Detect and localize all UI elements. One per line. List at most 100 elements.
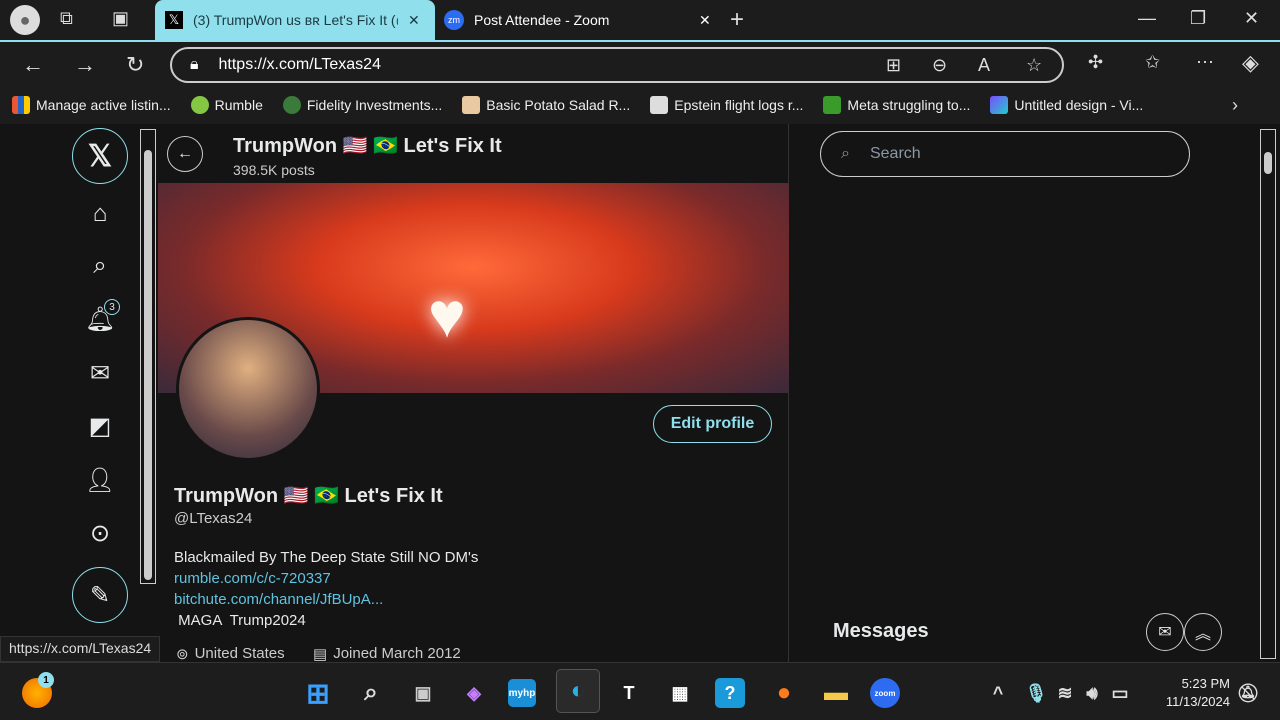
expand-messages-icon[interactable]: ︽ <box>1184 613 1222 651</box>
search-icon: ⌕ <box>841 145 850 162</box>
profile-column: ← TrumpWon 🇺🇸 🇧🇷 Let's Fix It 398.5K pos… <box>158 124 789 662</box>
bookmark[interactable]: Untitled design - Vi... <box>990 96 1143 114</box>
bookmark[interactable]: Rumble <box>190 96 263 114</box>
task-view-icon[interactable]: ▣ <box>405 675 441 711</box>
profile-handle: @LTexas24 <box>174 510 253 527</box>
myhp-icon[interactable]: myhp <box>508 679 536 707</box>
profile-name: TrumpWon 🇺🇸 🇧🇷 Let's Fix It <box>174 485 443 507</box>
url-text: https://x.com/LTexas24 <box>218 56 381 73</box>
location-text: United States <box>194 645 285 662</box>
rt-icon <box>823 96 842 114</box>
bio-tags: MAGA Trump2024 <box>174 612 306 629</box>
bio-link-rumble[interactable]: rumble.com/c/c-720337 <box>174 570 331 587</box>
close-tab-icon[interactable]: ✕ <box>699 12 711 29</box>
back-arrow-icon[interactable]: ← <box>167 136 203 172</box>
tab-x-profile[interactable]: 𝕏 (3) TrumpWon us ʙʀ Let's Fix It (@ ✕ <box>155 0 435 40</box>
post-count: 398.5K posts <box>233 162 315 178</box>
favorites-icon[interactable]: ✩ <box>1145 52 1160 73</box>
edge-icon[interactable]: ◐ <box>556 669 600 713</box>
vertical-tabs-icon[interactable]: ▣ <box>112 8 129 29</box>
bookmark[interactable]: Meta struggling to... <box>823 96 970 114</box>
address-row: ← → ↻ 🔒︎ https://x.com/LTexas24 ⊞ ⊖ A ☆ … <box>0 40 1280 86</box>
search-input[interactable]: ⌕ Search <box>820 131 1190 177</box>
bookmark[interactable]: Epstein flight logs r... <box>650 96 803 114</box>
bookmark[interactable]: Basic Potato Salad R... <box>462 96 630 114</box>
battery-icon[interactable]: ▭ <box>1110 675 1130 711</box>
start-icon[interactable]: ⊞ <box>300 675 336 711</box>
more-bookmarks-icon[interactable]: › <box>1232 95 1238 116</box>
volume-icon[interactable]: 🔊︎ <box>1082 675 1102 711</box>
profile-icon[interactable]: 👤︎ <box>72 452 128 508</box>
new-message-icon[interactable]: ✉ <box>1146 613 1184 651</box>
bookmark-icon <box>12 96 30 114</box>
firefox-icon[interactable]: ● <box>766 675 802 711</box>
messages-icon[interactable]: ✉ <box>72 345 128 401</box>
avatar[interactable] <box>176 317 320 461</box>
close-tab-icon[interactable]: ✕ <box>408 12 420 29</box>
bio-link-bitchute[interactable]: bitchute.com/channel/JfBUpA... <box>174 591 383 608</box>
refresh-icon[interactable]: ↻ <box>126 52 144 78</box>
app-icon[interactable]: ⊞ <box>886 55 901 76</box>
read-aloud-icon[interactable]: A <box>978 55 990 76</box>
scrollbar[interactable] <box>140 129 156 584</box>
notifications-icon[interactable]: 🔔︎ 3 <box>72 291 128 347</box>
weather-widget-icon[interactable]: 1 <box>22 672 54 708</box>
show-hidden-icons[interactable]: ^ <box>980 675 1016 711</box>
profile-icon[interactable]: ● <box>10 5 40 35</box>
extensions-icon[interactable]: ✣ <box>1088 52 1103 73</box>
store-icon[interactable]: ▦ <box>662 675 698 711</box>
location: ⊚ United States <box>176 645 285 662</box>
forward-icon[interactable]: → <box>74 52 96 78</box>
copilot-icon[interactable]: ◈ <box>1242 50 1259 76</box>
copilot-icon[interactable]: ◈ <box>456 675 492 711</box>
location-icon: ⊚ <box>176 646 189 662</box>
help-icon[interactable]: ? <box>715 678 745 708</box>
bookmark-label: Manage active listin... <box>36 97 171 113</box>
x-logo-icon[interactable]: 𝕏 <box>72 128 128 184</box>
favorite-star-icon[interactable]: ☆ <box>1026 55 1042 76</box>
teams-icon[interactable]: T <box>611 675 647 711</box>
browser-tab-bar: ● ⧉ ▣ 𝕏 (3) TrumpWon us ʙʀ Let's Fix It … <box>0 0 1280 40</box>
bookmarks-bar: Manage active listin... Rumble Fidelity … <box>0 86 1280 124</box>
date: 11/13/2024 <box>1165 694 1230 709</box>
edit-profile-button[interactable]: Edit profile <box>653 405 772 443</box>
search-taskbar-icon[interactable]: ⌕ <box>353 675 389 711</box>
back-icon[interactable]: ← <box>22 52 44 78</box>
joined-date: ▤ Joined March 2012 <box>313 645 461 662</box>
cloud-icon <box>650 96 669 114</box>
minimize-icon[interactable]: — <box>1138 8 1156 29</box>
calendar-icon: ▤ <box>313 646 328 662</box>
clock[interactable]: 5:23 PM 11/13/2024 <box>1150 675 1230 711</box>
wifi-icon[interactable]: ≋ <box>1055 675 1075 711</box>
bio: Blackmailed By The Deep State Still NO D… <box>174 549 479 566</box>
tab-zoom[interactable]: zm Post Attendee - Zoom ✕ <box>440 0 715 40</box>
canva-icon <box>990 96 1009 114</box>
zoom-favicon-icon: zm <box>444 10 464 30</box>
new-tab-icon[interactable]: + <box>730 6 744 34</box>
restore-icon[interactable]: ❐ <box>1190 8 1206 29</box>
close-window-icon[interactable]: ✕ <box>1244 8 1259 29</box>
rumble-icon <box>190 96 209 114</box>
zoom-app-icon[interactable]: zoom <box>870 678 900 708</box>
bookmark[interactable]: Manage active listin... <box>12 96 171 114</box>
address-bar[interactable]: 🔒︎ https://x.com/LTexas24 ⊞ ⊖ A ☆ <box>170 47 1064 83</box>
time: 5:23 PM <box>1181 676 1230 691</box>
fidelity-icon <box>282 96 301 114</box>
messages-title: Messages <box>833 620 929 642</box>
bookmark[interactable]: Fidelity Investments... <box>282 96 442 114</box>
right-scrollbar[interactable] <box>1260 129 1276 659</box>
bookmark-icon <box>462 96 481 114</box>
zoom-out-icon[interactable]: ⊖ <box>932 55 947 76</box>
more-icon[interactable]: ⋯ <box>1196 52 1214 73</box>
workspaces-icon[interactable]: ⧉ <box>60 8 73 29</box>
notification-center-icon[interactable]: 🔕︎ <box>1236 675 1260 711</box>
home-icon[interactable]: ⌂ <box>72 186 128 242</box>
search-icon[interactable]: ⌕ <box>72 238 128 294</box>
post-button[interactable]: ✎ <box>72 567 128 623</box>
bookmark-label: Basic Potato Salad R... <box>486 97 631 113</box>
grok-icon[interactable]: ◩ <box>72 398 128 454</box>
file-explorer-icon[interactable]: ▬ <box>818 675 854 711</box>
microphone-icon[interactable]: 🎙︎ <box>1018 675 1054 711</box>
notifications-badge: 3 <box>104 299 120 315</box>
more-icon[interactable]: ⊙ <box>72 505 128 561</box>
